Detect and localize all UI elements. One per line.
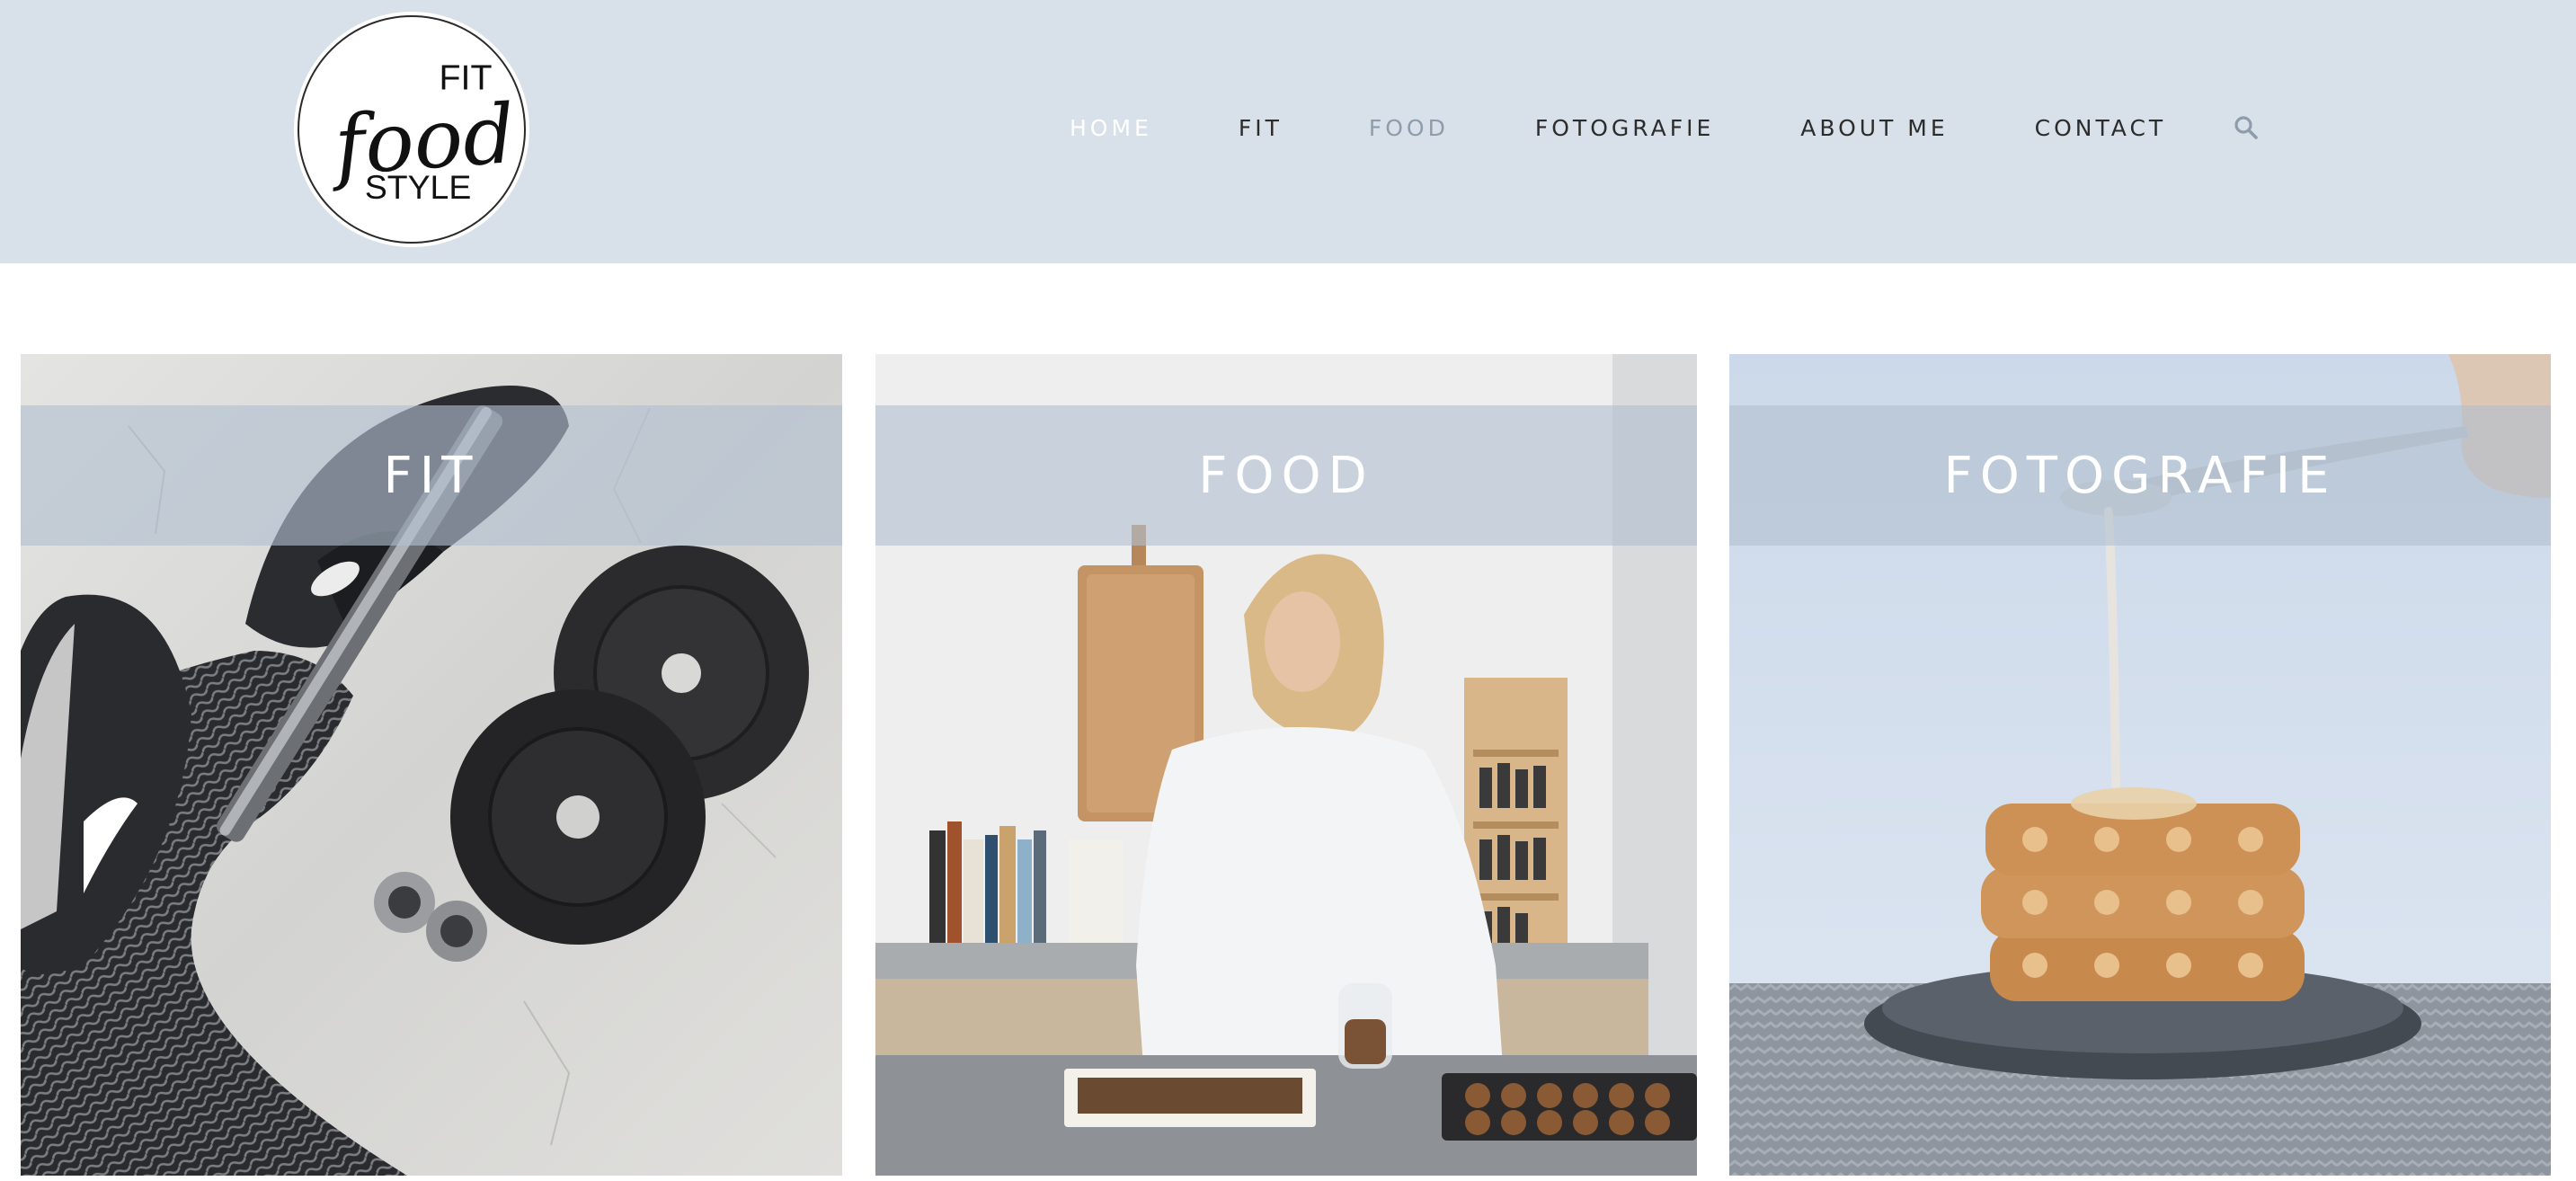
tile-label-band: FOTOGRAFIE (1729, 405, 2551, 546)
category-tile-fotografie[interactable]: FOTOGRAFIE (1729, 354, 2551, 1176)
main-nav: HOME FIT FOOD FOTOGRAFIE ABOUT ME CONTAC… (1070, 101, 2260, 155)
site-logo[interactable]: FIT food STYLE (298, 15, 526, 244)
nav-home[interactable]: HOME (1070, 115, 1152, 141)
site-header: FIT food STYLE HOME FIT FOOD FOTOGRAFIE … (0, 0, 2576, 263)
svg-text:STYLE: STYLE (365, 168, 471, 206)
nav-food[interactable]: FOOD (1369, 115, 1449, 141)
tile-label-band: FOOD (875, 405, 1697, 546)
category-tile-food[interactable]: FOOD (875, 354, 1697, 1176)
nav-fit[interactable]: FIT (1239, 115, 1283, 141)
search-button[interactable] (2233, 114, 2260, 141)
category-tile-fit[interactable]: FIT (21, 354, 842, 1176)
search-icon (2234, 116, 2259, 139)
fit-food-style-logo: FIT food STYLE (326, 58, 518, 206)
nav-fotografie[interactable]: FOTOGRAFIE (1535, 115, 1714, 141)
tile-label-band: FIT (21, 405, 842, 546)
tile-label: FIT (383, 446, 480, 505)
tile-label: FOTOGRAFIE (1943, 446, 2337, 505)
tile-label: FOOD (1198, 446, 1374, 505)
nav-contact[interactable]: CONTACT (2035, 115, 2167, 141)
nav-about-me[interactable]: ABOUT ME (1800, 115, 1948, 141)
